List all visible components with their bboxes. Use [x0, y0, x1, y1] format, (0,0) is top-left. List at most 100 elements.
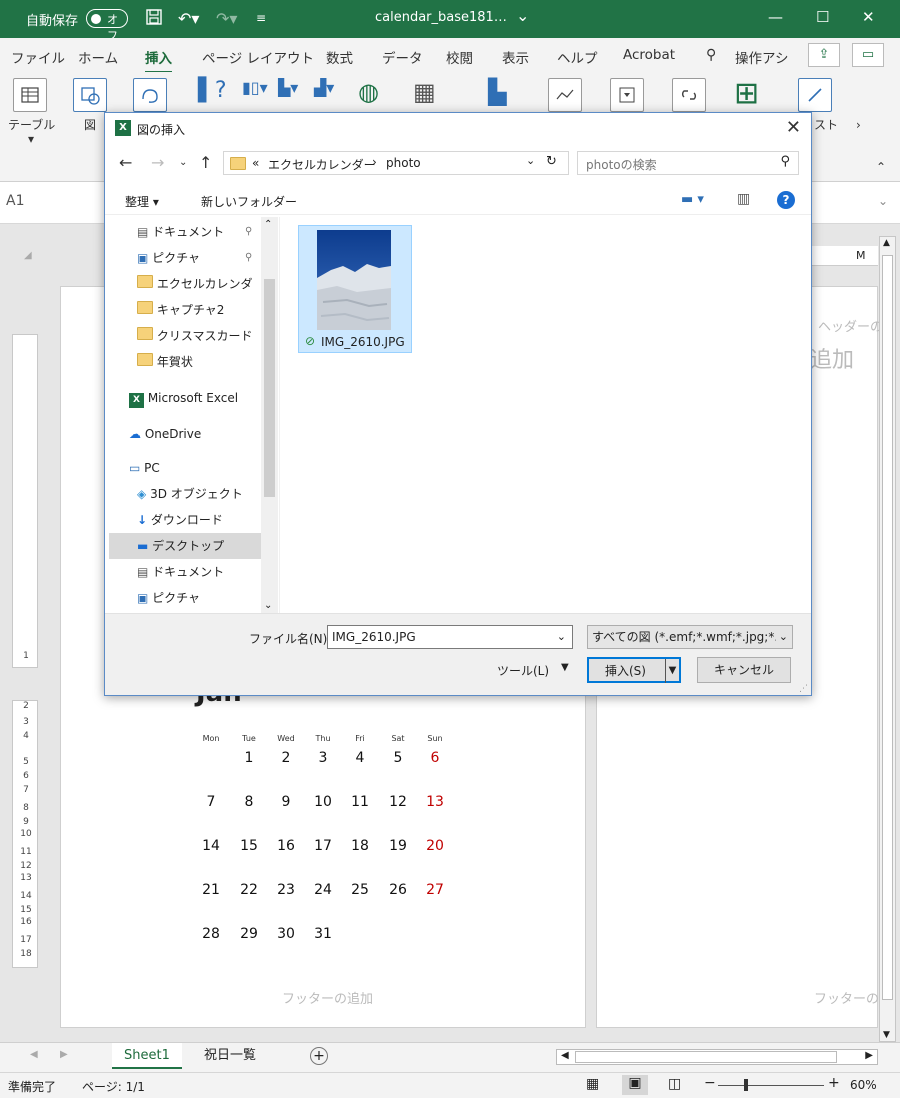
- calendar-day[interactable]: 12: [383, 794, 413, 810]
- nav-scroll-down-icon[interactable]: ⌄: [264, 600, 272, 611]
- row-number[interactable]: 16: [13, 917, 39, 927]
- resize-grip-icon[interactable]: ⋰: [799, 684, 808, 694]
- page-break-view-icon[interactable]: ◫: [668, 1076, 681, 1092]
- tab-home[interactable]: ホーム: [78, 47, 118, 67]
- row-number[interactable]: 1: [13, 651, 39, 661]
- nav-scroll-up-icon[interactable]: ⌃: [264, 219, 272, 230]
- column-chart-icon[interactable]: ▮▯▾: [242, 78, 268, 97]
- new-folder-button[interactable]: 新しいフォルダー: [201, 193, 297, 210]
- search-box[interactable]: photoの検索 ⚲: [577, 151, 799, 175]
- sparkline-button[interactable]: [548, 78, 582, 112]
- scroll-right-icon[interactable]: ▶: [865, 1050, 873, 1061]
- calendar-day[interactable]: 31: [308, 926, 338, 942]
- nav-desktop[interactable]: ▬ デスクトップ: [109, 533, 261, 559]
- row-number[interactable]: 17: [13, 935, 39, 945]
- prev-sheet-icon[interactable]: ◀: [30, 1049, 38, 1060]
- nav-pc[interactable]: ▭ PC: [129, 455, 261, 481]
- calendar-day[interactable]: 16: [271, 838, 301, 854]
- calendar-day[interactable]: 26: [383, 882, 413, 898]
- calendar-day[interactable]: 25: [345, 882, 375, 898]
- row-number[interactable]: 15: [13, 905, 39, 915]
- zoom-slider-thumb[interactable]: [744, 1079, 748, 1091]
- tab-acrobat[interactable]: Acrobat: [623, 47, 675, 63]
- nav-folder-newyear[interactable]: 年賀状: [137, 349, 261, 375]
- save-icon[interactable]: [146, 9, 162, 29]
- undo-icon[interactable]: ↶▾: [178, 9, 199, 28]
- collapse-ribbon-icon[interactable]: ⌃: [876, 160, 886, 174]
- nav-3d-objects[interactable]: ◈ 3D オブジェクト: [137, 481, 261, 507]
- calendar-day[interactable]: 29: [234, 926, 264, 942]
- tab-insert[interactable]: 挿入: [145, 47, 172, 74]
- back-icon[interactable]: ←: [119, 153, 132, 172]
- tools-menu[interactable]: ツール(L): [497, 662, 549, 679]
- row-number[interactable]: 10: [13, 829, 39, 839]
- filename-dropdown-icon[interactable]: ⌄: [557, 626, 566, 648]
- recent-locations-icon[interactable]: ⌄: [179, 157, 187, 168]
- calendar-day[interactable]: 19: [383, 838, 413, 854]
- row-number[interactable]: 13: [13, 873, 39, 883]
- row-number[interactable]: 14: [13, 891, 39, 901]
- minimize-icon[interactable]: —: [768, 8, 783, 26]
- page-layout-view-icon[interactable]: ▣: [622, 1075, 648, 1095]
- search-placeholder[interactable]: photoの検索: [586, 156, 657, 173]
- comments-icon[interactable]: ▭: [852, 43, 884, 67]
- tab-data[interactable]: データ: [382, 47, 423, 67]
- share-icon[interactable]: ⇪: [808, 43, 840, 67]
- pivot-chart-icon[interactable]: ▦: [413, 78, 436, 106]
- redo-icon[interactable]: ↷▾: [216, 9, 237, 28]
- filetype-select[interactable]: すべての図 (*.emf;*.wmf;*.jpg;*.j ⌄: [587, 625, 793, 649]
- scroll-up-icon[interactable]: ▲: [883, 238, 890, 248]
- calendar-day[interactable]: 5: [383, 750, 413, 766]
- calendar-day[interactable]: 14: [196, 838, 226, 854]
- row-number[interactable]: 3: [13, 717, 39, 727]
- preview-pane-icon[interactable]: ▥: [737, 191, 750, 207]
- ribbon-scroll-icon[interactable]: ›: [856, 118, 861, 132]
- row-number[interactable]: 12: [13, 861, 39, 871]
- tell-me-search[interactable]: 操作アシ: [735, 47, 788, 67]
- addins-button[interactable]: [133, 78, 167, 112]
- tab-formulas[interactable]: 数式: [326, 47, 353, 67]
- normal-view-icon[interactable]: ▦: [586, 1076, 599, 1092]
- breadcrumb-overflow[interactable]: «: [252, 156, 259, 170]
- column-header-m[interactable]: M: [856, 249, 866, 262]
- row-number[interactable]: 5: [13, 757, 39, 767]
- sheet-tab-holidays[interactable]: 祝日一覧: [192, 1043, 268, 1069]
- nav-pictures[interactable]: ▣ ピクチャ: [137, 585, 261, 611]
- nav-onedrive[interactable]: ☁ OneDrive: [129, 421, 261, 447]
- customize-qat-icon[interactable]: ≡: [256, 11, 266, 25]
- 3d-map-icon[interactable]: ▙: [488, 78, 506, 106]
- calendar-day[interactable]: 3: [308, 750, 338, 766]
- illustrations-button[interactable]: [73, 78, 107, 112]
- calendar-day[interactable]: 2: [271, 750, 301, 766]
- text-button[interactable]: [798, 78, 832, 112]
- header-add-big[interactable]: 追加: [810, 342, 854, 374]
- calendar-day[interactable]: 8: [234, 794, 264, 810]
- view-options-icon[interactable]: ▬ ▾: [681, 192, 704, 207]
- dialog-close-icon[interactable]: ✕: [786, 117, 801, 138]
- search-icon[interactable]: ⚲: [780, 154, 790, 169]
- name-box[interactable]: A1: [6, 193, 24, 209]
- insert-button[interactable]: 挿入(S) ▼: [587, 657, 681, 683]
- nav-documents-quick[interactable]: ▤ ドキュメント ⚲: [137, 219, 261, 245]
- row-number[interactable]: 4: [13, 731, 39, 741]
- scroll-down-icon[interactable]: ▼: [883, 1030, 890, 1040]
- zoom-out-icon[interactable]: −: [704, 1075, 716, 1091]
- nav-downloads[interactable]: ↓ ダウンロード: [137, 507, 261, 533]
- calendar-day-sunday[interactable]: 13: [420, 794, 450, 810]
- calendar-day[interactable]: 18: [345, 838, 375, 854]
- tools-dropdown-icon[interactable]: ▼: [561, 662, 569, 673]
- comment-icon[interactable]: ⊞: [734, 76, 759, 111]
- footer-add-left[interactable]: フッターの追加: [282, 988, 373, 1007]
- calendar-day[interactable]: 28: [196, 926, 226, 942]
- filename-input[interactable]: IMG_2610.JPG ⌄: [327, 625, 573, 649]
- cancel-button[interactable]: キャンセル: [697, 657, 791, 683]
- organize-menu[interactable]: 整理 ▾: [125, 193, 159, 210]
- calendar-day[interactable]: 1: [234, 750, 264, 766]
- calendar-day[interactable]: 23: [271, 882, 301, 898]
- row-number[interactable]: 9: [13, 817, 39, 827]
- title-dropdown-icon[interactable]: ⌄: [516, 6, 529, 25]
- sheet-tab-sheet1[interactable]: Sheet1: [112, 1043, 182, 1069]
- row-number[interactable]: 7: [13, 785, 39, 795]
- calendar-day[interactable]: 24: [308, 882, 338, 898]
- autosave-toggle[interactable]: オフ: [86, 9, 128, 42]
